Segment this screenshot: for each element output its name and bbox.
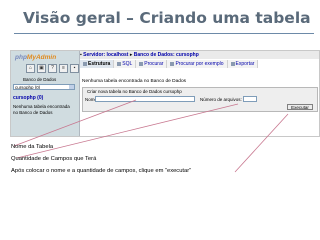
left-pane: phpMyAdmin ⌂ ▣ ? ≡ ▪ Banco de Dados curs… bbox=[11, 51, 80, 136]
caption-instruction: Após colocar o nome e a quantidade de ca… bbox=[11, 168, 192, 174]
tab-label: SQL bbox=[122, 61, 133, 67]
tab-label: Exportar bbox=[235, 61, 255, 67]
logo-admin-text: MyAdmin bbox=[26, 54, 57, 61]
main-pane: ▪ Servidor: localhost ▸ Banco de Dados: … bbox=[80, 51, 319, 136]
caption-field-count: Quantidade de Campos que Terá bbox=[11, 156, 97, 162]
create-table-legend: Criar nova tabela no Banco de Dados curs… bbox=[87, 89, 182, 94]
home-icon[interactable]: ⌂ bbox=[26, 64, 35, 73]
field-count-label: Número de arquivos: bbox=[200, 97, 242, 102]
tab-bar: Estrutura SQL Procurar Procurar por exem… bbox=[80, 60, 319, 68]
tab-sql[interactable]: SQL bbox=[114, 60, 137, 68]
no-tables-message: Nenhuma tabela encontrada no Banco de Da… bbox=[82, 79, 187, 84]
tab-label: Procurar bbox=[144, 61, 164, 67]
query-icon bbox=[170, 61, 175, 66]
docs-icon[interactable]: ? bbox=[48, 64, 57, 73]
breadcrumb-database[interactable]: Banco de Dados: cursophp bbox=[134, 52, 199, 58]
server-icon: ▪ bbox=[80, 52, 82, 58]
create-table-panel: Criar nova tabela no Banco de Dados curs… bbox=[82, 87, 318, 112]
table-name-input[interactable] bbox=[95, 96, 195, 102]
tab-export[interactable]: Exportar bbox=[227, 60, 259, 68]
database-label: Banco de Dados bbox=[23, 77, 57, 82]
search-icon bbox=[139, 61, 144, 66]
sql-window-icon[interactable]: ▣ bbox=[37, 64, 46, 73]
structure-icon bbox=[83, 61, 87, 66]
sql-icon[interactable]: ≡ bbox=[59, 64, 68, 73]
quick-icons: ⌂ ▣ ? ≡ ▪ bbox=[26, 64, 79, 73]
phpmyadmin-logo[interactable]: phpMyAdmin bbox=[15, 54, 56, 61]
exit-icon[interactable]: ▪ bbox=[70, 64, 79, 73]
breadcrumb-separator: ▸ bbox=[129, 52, 133, 58]
breadcrumb: ▪ Servidor: localhost ▸ Banco de Dados: … bbox=[80, 51, 319, 59]
phpmyadmin-screenshot: phpMyAdmin ⌂ ▣ ? ≡ ▪ Banco de Dados curs… bbox=[10, 50, 320, 137]
tab-structure[interactable]: Estrutura bbox=[80, 60, 115, 68]
breadcrumb-server[interactable]: Servidor: localhost bbox=[83, 52, 128, 58]
export-icon bbox=[230, 61, 235, 66]
caption-table-name: Nome da Tabela bbox=[11, 144, 54, 150]
slide-title: Visão geral – Criando uma tabela bbox=[23, 9, 311, 27]
database-select[interactable]: cursophp (0) bbox=[13, 84, 75, 90]
logo-php-text: php bbox=[15, 54, 27, 61]
database-link[interactable]: cursophp (0) bbox=[13, 95, 43, 101]
sql-tab-icon bbox=[117, 61, 122, 66]
field-count-input[interactable] bbox=[243, 96, 257, 102]
tab-label: Procurar por exemplo bbox=[175, 61, 224, 67]
title-divider bbox=[14, 33, 314, 34]
no-tables-text: Nenhuma tabela encontrada no Banco de Da… bbox=[13, 104, 70, 115]
tab-search[interactable]: Procurar bbox=[136, 60, 168, 68]
tab-query-by-example[interactable]: Procurar por exemplo bbox=[167, 60, 228, 68]
tab-label: Estrutura bbox=[88, 61, 111, 67]
execute-button[interactable]: Executar bbox=[287, 104, 313, 110]
